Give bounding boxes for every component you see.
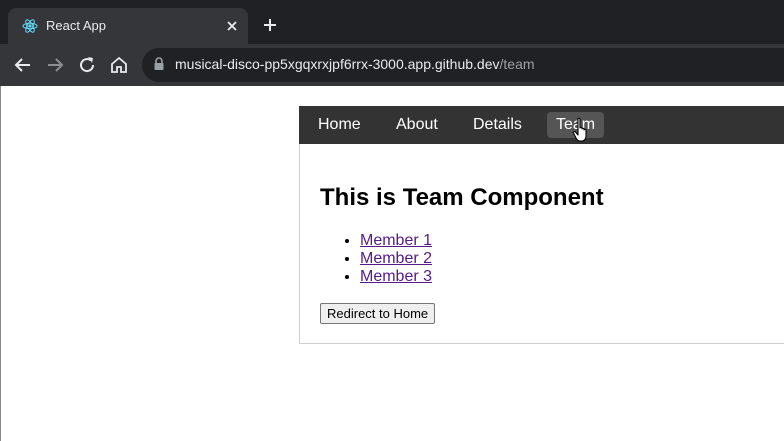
list-item: Member 3: [360, 268, 432, 286]
url-path: /team: [499, 56, 535, 72]
lock-icon[interactable]: [152, 56, 166, 72]
url-host: musical-disco-pp5xgqxrxjpf6rrx-3000.app.…: [175, 56, 500, 72]
redirect-home-button[interactable]: Redirect to Home: [320, 303, 436, 324]
home-icon[interactable]: [109, 55, 129, 75]
nav-link-about[interactable]: About: [387, 112, 447, 138]
page-heading: This is Team Component: [320, 184, 604, 211]
back-icon[interactable]: [13, 55, 33, 75]
close-icon[interactable]: [224, 18, 240, 34]
tab-title: React App: [46, 18, 106, 33]
list-item: Member 1: [360, 232, 432, 250]
address-url[interactable]: musical-disco-pp5xgqxrxjpf6rrx-3000.app.…: [175, 56, 535, 72]
reload-icon[interactable]: [77, 55, 97, 75]
member-link-3[interactable]: Member 3: [360, 268, 432, 285]
member-link-1[interactable]: Member 1: [360, 232, 432, 249]
browser-toolbar: musical-disco-pp5xgqxrxjpf6rrx-3000.app.…: [0, 44, 784, 86]
app-navbar: Home About Details Team: [299, 106, 784, 144]
hand-pointer-icon: [572, 117, 587, 142]
forward-icon[interactable]: [45, 55, 65, 75]
list-item: Member 2: [360, 250, 432, 268]
member-link-2[interactable]: Member 2: [360, 250, 432, 267]
react-logo-icon: [22, 19, 38, 33]
nav-link-details[interactable]: Details: [464, 112, 531, 138]
plus-icon[interactable]: [262, 17, 278, 33]
browser-tab[interactable]: React App: [8, 8, 248, 44]
browser-tabstrip: React App: [0, 0, 784, 44]
member-list: Member 1 Member 2 Member 3: [320, 232, 432, 286]
viewport-edge: [0, 86, 1, 441]
nav-link-home[interactable]: Home: [309, 112, 370, 138]
